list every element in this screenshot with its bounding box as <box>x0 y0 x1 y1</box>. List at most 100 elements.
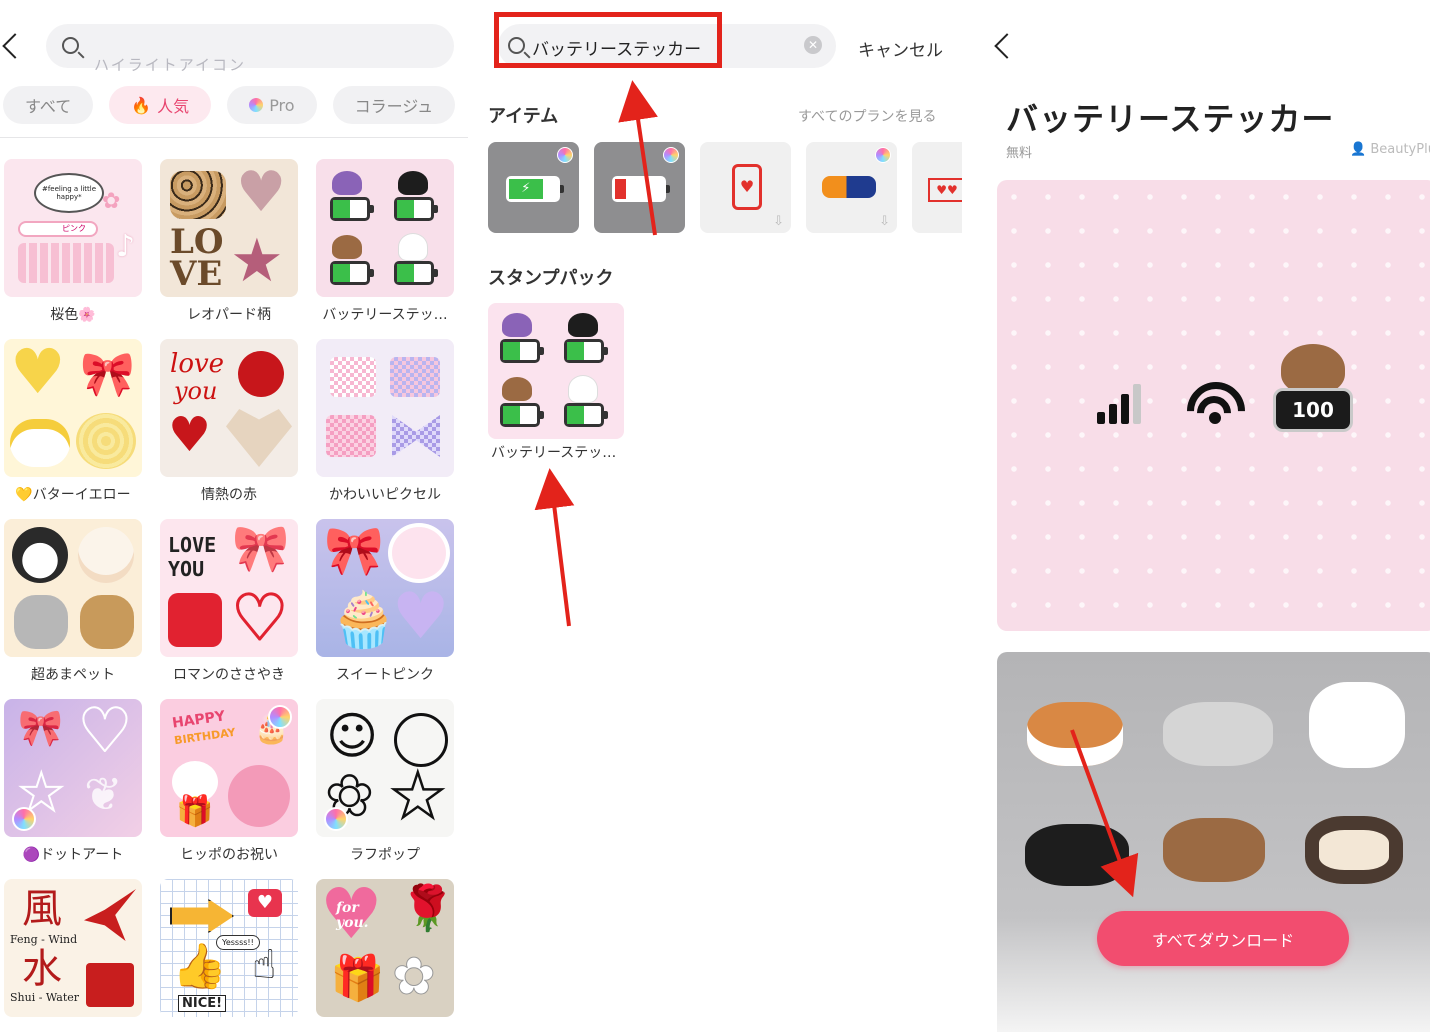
pixel-face-sticker <box>168 593 222 647</box>
battery-sticker <box>330 197 374 221</box>
battery-sticker <box>394 261 438 285</box>
pack-battery-sticker[interactable] <box>488 303 624 439</box>
paper-heart-sticker <box>226 409 292 467</box>
tile-leopard[interactable]: ♥ LO VE ★ レオパード柄 <box>160 159 298 339</box>
tile-passion-red[interactable]: love you ♥ 情熱の赤 <box>160 339 298 519</box>
pixel-cat-sticker <box>326 415 376 457</box>
chip-collage[interactable]: コラージュ <box>332 86 456 124</box>
sakura-icon: ✿ <box>102 189 121 214</box>
chip-label: Pro <box>269 95 295 115</box>
pro-gem-icon <box>249 98 264 112</box>
pixel-bow-sticker <box>392 415 440 457</box>
tile-sakura[interactable]: #feeling a little happy* ✿ ピンク ♪ 桜色🌸 <box>4 159 142 339</box>
search-icon <box>62 37 79 54</box>
tile-caption: 🟣ドットアート <box>22 847 124 863</box>
chip-label: 人気 <box>157 97 190 116</box>
author-label: 👤 BeautyPlus <box>1350 142 1430 157</box>
tile-caption: 桜色🌸 <box>50 307 96 323</box>
tile-battery[interactable]: バッテリーステッ… <box>316 159 454 339</box>
user-icon: 👤 <box>1350 142 1367 157</box>
chip-label: コラージュ <box>354 97 434 116</box>
pro-gem-icon <box>268 705 292 729</box>
battery-icon <box>612 176 670 202</box>
category-chips: すべて 🔥 人気 Pro コラージュ <box>3 86 468 124</box>
item-battery-orange[interactable]: ⇩ <box>806 142 897 233</box>
tile-sweet-pink[interactable]: 🎀 🧁 ♥ スイートピンク <box>316 519 454 699</box>
seal-stamp-icon <box>86 963 134 1007</box>
pixel-you-text: YOU <box>168 557 205 581</box>
back-button[interactable] <box>992 26 1022 66</box>
sticker-list-panel: ハイライトアイコン すべて 🔥 人気 Pro コラージュ #feeling a l… <box>0 0 468 1032</box>
item-heart-eyes[interactable]: ♥♥ <box>912 142 962 233</box>
tile-caption: ロマンのささやき <box>173 667 285 683</box>
tile-thumbnail: 🎀 ♥ ★ ❦ <box>4 699 142 837</box>
pixel-heart-icon: ♥ <box>231 581 290 654</box>
shui-label: Shui - Water <box>10 991 80 1004</box>
items-section-title: アイテム <box>488 106 559 127</box>
preview-area: 100 <box>997 180 1430 631</box>
chip-all[interactable]: すべて <box>3 86 94 124</box>
price-label: 無料 <box>1006 146 1033 161</box>
tile-rough-pop[interactable]: ☺ ✿ ★ ラフポップ <box>316 699 454 879</box>
item-heart-battery[interactable]: ♥ ⇩ <box>700 142 791 233</box>
gift-icon: 🎁 <box>176 794 214 829</box>
music-note-icon: ♪ <box>116 229 136 264</box>
clear-search-button[interactable]: ✕ <box>804 36 822 54</box>
tile-caption: ラフポップ <box>350 847 420 863</box>
search-input[interactable]: ハイライトアイコン <box>46 24 454 74</box>
roll-cake-sticker <box>76 413 136 469</box>
see-all-plans-link[interactable]: すべてのプランを見る <box>798 106 936 126</box>
gift-box-icon: 🎁 <box>330 953 385 1004</box>
item-battery-green[interactable]: ⚡ <box>488 142 579 233</box>
pro-gem-icon <box>663 147 679 163</box>
tile-nice[interactable]: ♥ Yessss!! 👍 ☝ NICE! <box>160 879 298 1032</box>
tile-hippo-celebration[interactable]: HAPPY BIRTHDAY 🎂 🎁 ヒッポのお祝い <box>160 699 298 879</box>
star-doodle-icon: ★ <box>389 759 447 832</box>
bear-sticker <box>1281 344 1345 394</box>
black-cat-sticker <box>1025 824 1129 886</box>
tile-caption: 超あまペット <box>31 667 115 683</box>
tile-cute-pixel[interactable]: かわいいピクセル <box>316 339 454 519</box>
cancel-button[interactable]: キャンセル <box>858 36 943 61</box>
chip-popular[interactable]: 🔥 人気 <box>109 86 212 124</box>
pixel-bunny-sticker <box>330 357 376 397</box>
pink-cloud-sticker <box>392 527 446 579</box>
love-letters: VE <box>170 254 223 294</box>
purple-cow-sticker <box>332 171 362 195</box>
shiba-sticker <box>1027 702 1123 766</box>
download-icon: ⇩ <box>879 214 890 229</box>
tile-thumbnail: ☺ ✿ ★ <box>316 699 454 837</box>
dotted-bow-icon: 🎀 <box>18 708 63 749</box>
chip-pro[interactable]: Pro <box>227 86 317 124</box>
tile-thumbnail: ♥ 🎀 <box>4 339 142 477</box>
wifi-icon <box>1183 378 1249 428</box>
pro-gem-icon <box>557 147 573 163</box>
search-placeholder: ハイライトアイコン <box>94 56 246 74</box>
pixel-bear-sticker <box>390 357 440 397</box>
back-button[interactable] <box>0 26 30 66</box>
battery-sticker <box>330 261 374 285</box>
tile-romance-whisper[interactable]: LOVE YOU 🎀 ♥ ロマンのささやき <box>160 519 298 699</box>
tile-thumbnail: LOVE YOU 🎀 ♥ <box>160 519 298 657</box>
chevron-left-icon <box>2 33 28 59</box>
tile-thumbnail: love you ♥ <box>160 339 298 477</box>
purple-bow-icon: 🎀 <box>324 523 384 579</box>
tile-feng-shui[interactable]: 風 Feng - Wind 水 Shui - Water <box>4 879 142 1032</box>
mochi-sticker <box>10 419 70 467</box>
item-battery-red[interactable] <box>594 142 685 233</box>
heart-eyes-icon: ♥♥ <box>928 178 962 202</box>
tile-for-you[interactable]: ♥ for you. 🌹 🎁 ✿ <box>316 879 454 1032</box>
tile-sweet-pet[interactable]: 超あまペット <box>4 519 142 699</box>
tile-dot-art[interactable]: 🎀 ♥ ★ ❦ 🟣ドットアート <box>4 699 142 879</box>
page-title: バッテリーステッカー <box>1006 100 1335 138</box>
download-all-button[interactable]: すべてダウンロード <box>1097 911 1349 966</box>
dog-sticker <box>12 527 68 583</box>
dotted-bow-icon: 🎀 <box>232 521 290 575</box>
sticker-grid: #feeling a little happy* ✿ ピンク ♪ 桜色🌸 ♥ L… <box>4 159 454 1032</box>
tile-butter-yellow[interactable]: ♥ 🎀 💛バターイエロー <box>4 339 142 519</box>
battery-sticker <box>564 403 608 427</box>
pointing-hand-icon: ☝ <box>252 942 277 988</box>
tile-caption: かわいいピクセル <box>329 487 441 503</box>
bear-sticker <box>502 377 532 401</box>
thumbs-up-icon: 👍 <box>172 941 227 992</box>
